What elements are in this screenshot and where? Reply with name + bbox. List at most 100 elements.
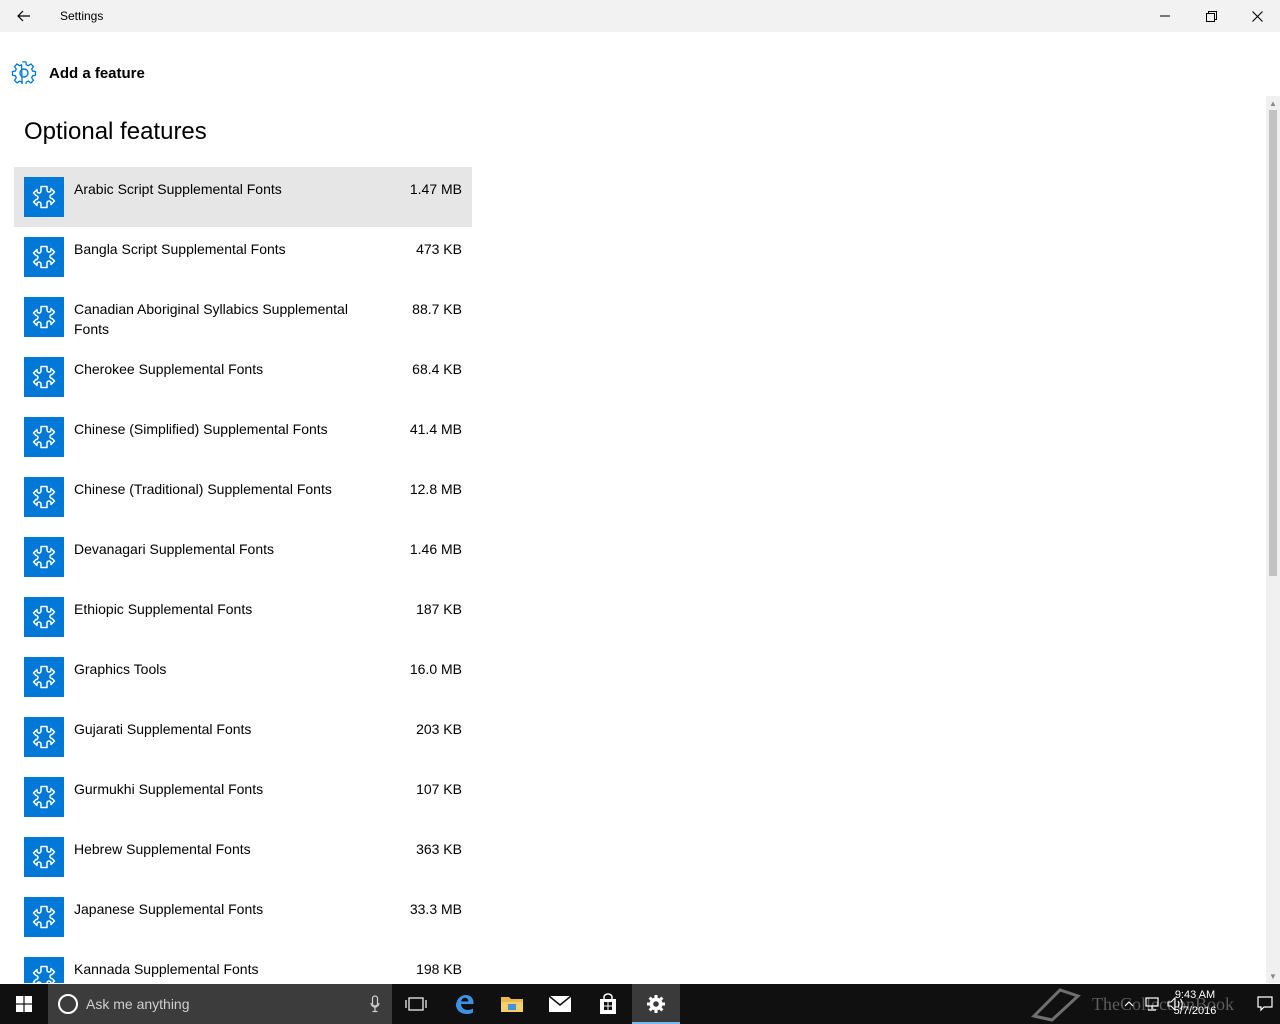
show-hidden-icons-button[interactable] <box>1118 984 1140 1024</box>
list-item[interactable]: Devanagari Supplemental Fonts 1.46 MB <box>14 527 472 587</box>
close-button[interactable] <box>1234 0 1280 32</box>
chevron-up-icon <box>1124 1001 1134 1007</box>
feature-tile <box>24 537 64 577</box>
restore-icon <box>1205 10 1217 22</box>
feature-size: 363 KB <box>416 841 462 857</box>
list-item[interactable]: Cherokee Supplemental Fonts 68.4 KB <box>14 347 472 407</box>
taskbar: Ask me anything TheCollectionBook 9:43 A… <box>0 984 1280 1024</box>
page-title: Optional features <box>24 118 207 145</box>
puzzle-gear-icon <box>32 845 56 869</box>
list-item[interactable]: Japanese Supplemental Fonts 33.3 MB <box>14 887 472 947</box>
feature-name: Canadian Aboriginal Syllabics Supplement… <box>74 301 348 337</box>
optional-features-list: Arabic Script Supplemental Fonts 1.47 MB… <box>14 167 472 983</box>
feature-tile <box>24 837 64 877</box>
puzzle-gear-icon <box>32 605 56 629</box>
feature-name: Japanese Supplemental Fonts <box>74 901 264 917</box>
clock-time: 9:43 AM <box>1174 989 1216 1001</box>
feature-size: 16.0 MB <box>409 661 462 677</box>
feature-tile <box>24 897 64 937</box>
feature-tile <box>24 237 64 277</box>
puzzle-gear-icon <box>32 185 56 209</box>
search-placeholder: Ask me anything <box>86 996 190 1012</box>
list-item[interactable]: Gurmukhi Supplemental Fonts 107 KB <box>14 767 472 827</box>
task-view-icon <box>405 997 427 1011</box>
store-bag-icon <box>600 993 616 1014</box>
feature-name: Kannada Supplemental Fonts <box>74 961 259 977</box>
list-item[interactable]: Bangla Script Supplemental Fonts 473 KB <box>14 227 472 287</box>
cortana-search-box[interactable]: Ask me anything <box>48 984 392 1024</box>
window-controls <box>1142 0 1280 32</box>
feature-name: Chinese (Traditional) Supplemental Fonts <box>74 481 332 497</box>
gear-icon <box>11 61 37 85</box>
list-item[interactable]: Chinese (Traditional) Supplemental Fonts… <box>14 467 472 527</box>
feature-tile <box>24 597 64 637</box>
feature-tile <box>24 957 64 983</box>
vertical-scrollbar[interactable]: ▲ ▼ <box>1266 96 1280 983</box>
add-feature-link[interactable]: Add a feature <box>11 58 145 88</box>
feature-size: 187 KB <box>416 601 462 617</box>
microphone-icon[interactable] <box>370 995 380 1013</box>
action-center-button[interactable] <box>1250 984 1280 1024</box>
list-item[interactable]: Ethiopic Supplemental Fonts 187 KB <box>14 587 472 647</box>
folder-icon <box>501 997 523 1012</box>
start-button[interactable] <box>0 984 48 1024</box>
feature-size: 198 KB <box>416 961 462 977</box>
minimize-button[interactable] <box>1142 0 1188 32</box>
title-bar: Settings <box>0 0 1280 32</box>
puzzle-gear-icon <box>32 725 56 749</box>
list-item[interactable]: Gujarati Supplemental Fonts 203 KB <box>14 707 472 767</box>
notification-icon <box>1257 996 1273 1012</box>
puzzle-gear-icon <box>32 305 56 329</box>
restore-button[interactable] <box>1188 0 1234 32</box>
feature-name: Ethiopic Supplemental Fonts <box>74 601 253 617</box>
feature-tile <box>24 417 64 457</box>
list-item[interactable]: Kannada Supplemental Fonts 198 KB <box>14 947 472 983</box>
feature-size: 33.3 MB <box>409 901 462 917</box>
feature-tile <box>24 297 64 337</box>
scroll-up-icon[interactable]: ▲ <box>1266 96 1280 110</box>
minimize-icon <box>1160 15 1170 17</box>
puzzle-gear-icon <box>32 785 56 809</box>
feature-tile <box>24 357 64 397</box>
store-taskbar-button[interactable] <box>584 984 632 1024</box>
feature-name: Hebrew Supplemental Fonts <box>74 841 251 857</box>
back-button[interactable] <box>0 0 48 32</box>
puzzle-gear-icon <box>32 545 56 569</box>
feature-tile <box>24 477 64 517</box>
feature-size: 107 KB <box>416 781 462 797</box>
feature-name: Chinese (Simplified) Supplemental Fonts <box>74 421 328 437</box>
network-icon <box>1145 997 1159 1011</box>
window-title: Settings <box>60 9 104 23</box>
taskbar-clock[interactable]: 9:43 AM 5/7/2016 <box>1166 987 1224 1019</box>
list-item[interactable]: Graphics Tools 16.0 MB <box>14 647 472 707</box>
scroll-down-icon[interactable]: ▼ <box>1266 969 1280 983</box>
list-item[interactable]: Arabic Script Supplemental Fonts 1.47 MB <box>14 167 472 227</box>
list-item[interactable]: Hebrew Supplemental Fonts 363 KB <box>14 827 472 887</box>
close-icon <box>1251 10 1263 22</box>
puzzle-gear-icon <box>32 965 56 983</box>
edge-taskbar-button[interactable] <box>440 984 488 1024</box>
mail-taskbar-button[interactable] <box>536 984 584 1024</box>
feature-tile <box>24 777 64 817</box>
scroll-thumb[interactable] <box>1269 110 1277 576</box>
windows-logo-icon <box>16 996 32 1012</box>
feature-tile <box>24 717 64 757</box>
feature-size: 473 KB <box>416 241 462 257</box>
puzzle-gear-icon <box>32 485 56 509</box>
feature-name: Gujarati Supplemental Fonts <box>74 721 252 737</box>
list-item[interactable]: Chinese (Simplified) Supplemental Fonts … <box>14 407 472 467</box>
feature-name: Cherokee Supplemental Fonts <box>74 361 264 377</box>
file-explorer-taskbar-button[interactable] <box>488 984 536 1024</box>
list-item[interactable]: Canadian Aboriginal Syllabics Supplement… <box>14 287 472 347</box>
feature-name: Graphics Tools <box>74 661 167 677</box>
task-view-button[interactable] <box>392 984 440 1024</box>
network-button[interactable] <box>1140 984 1164 1024</box>
settings-taskbar-button[interactable] <box>632 984 680 1024</box>
feature-size: 1.46 MB <box>409 541 462 557</box>
feature-tile <box>24 657 64 697</box>
feature-size: 68.4 KB <box>412 361 462 377</box>
settings-gear-icon <box>647 995 665 1013</box>
back-arrow-icon <box>17 10 30 22</box>
puzzle-gear-icon <box>32 665 56 689</box>
add-feature-label: Add a feature <box>49 64 145 82</box>
